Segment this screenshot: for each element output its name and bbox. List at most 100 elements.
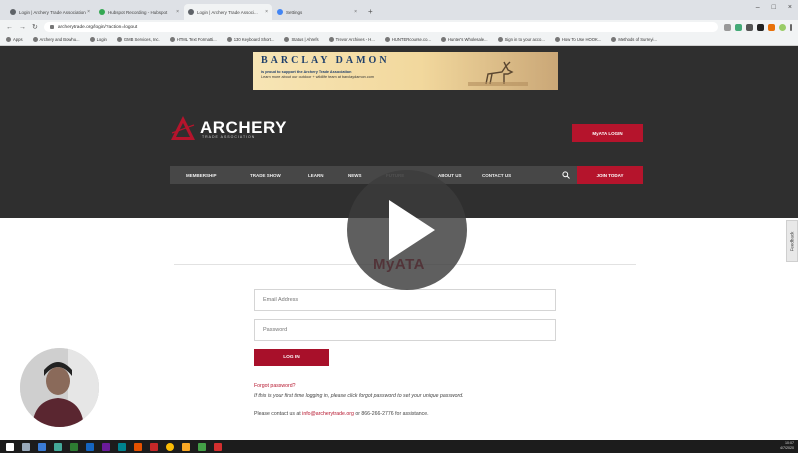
bookmark-item[interactable]: How To Use HOOK... xyxy=(554,37,601,42)
bookmark-item[interactable]: Sign in to your acco... xyxy=(497,37,545,42)
site-logo[interactable]: ARCHERY TRADE ASSOCIATION xyxy=(170,115,287,141)
tab-label: Settings xyxy=(286,9,303,15)
tab-label: Login | Archery Trade Association xyxy=(19,9,86,15)
browser-tab[interactable]: Login | Archery Trade Association × xyxy=(6,4,94,20)
app-icon[interactable] xyxy=(54,442,62,451)
webcam-bubble xyxy=(20,348,99,427)
system-clock[interactable]: 10:07 4/7/2020 xyxy=(780,441,794,451)
app-icon[interactable] xyxy=(198,442,206,451)
close-tab-icon[interactable]: × xyxy=(87,9,90,15)
bookmark-item[interactable]: 130 Keyboard Short... xyxy=(226,37,274,42)
bookmark-item[interactable]: Archery and Bowhu... xyxy=(32,37,80,42)
bookmark-item[interactable]: HUNTERcourse.co... xyxy=(384,37,431,42)
bookmark-item[interactable]: HTML Text Formatti... xyxy=(169,37,217,42)
close-tab-icon[interactable]: × xyxy=(354,9,357,15)
app-icon[interactable] xyxy=(182,442,190,451)
app-icon[interactable] xyxy=(134,442,142,451)
reload-icon[interactable]: ↻ xyxy=(32,23,38,31)
lock-icon xyxy=(49,25,54,29)
bookmark-label: Sign in to your acco... xyxy=(504,37,545,42)
minimize-icon[interactable]: – xyxy=(756,4,760,11)
bookmark-favicon-icon xyxy=(328,37,334,42)
tab-label: Hubspot Recording - Hubspot xyxy=(108,9,168,15)
contact-email-link[interactable]: info@archerytrade.org xyxy=(302,411,354,417)
bookmark-label: Methods of Surreyi... xyxy=(618,37,657,42)
deer-illustration-icon xyxy=(468,61,528,86)
bookmark-item[interactable]: Apps xyxy=(6,37,23,42)
browser-tab-active[interactable]: Login | Archery Trade Associ... × xyxy=(184,4,272,20)
bookmarks-bar: Apps Archery and Bowhu... Login GMB Service… xyxy=(0,34,798,46)
close-tab-icon[interactable]: × xyxy=(176,9,179,15)
tab-label: Login | Archery Trade Associ... xyxy=(197,9,258,15)
nav-news[interactable]: NEWS xyxy=(348,173,362,178)
tab-favicon-icon xyxy=(277,9,283,15)
edge-icon[interactable] xyxy=(38,442,46,451)
nav-membership[interactable]: MEMBERSHIP xyxy=(186,173,217,178)
extension-icon[interactable] xyxy=(768,23,775,31)
back-arrow-icon[interactable]: ← xyxy=(6,24,13,31)
extension-icon[interactable] xyxy=(757,23,764,31)
extension-icon[interactable] xyxy=(735,23,742,31)
bookmark-item[interactable]: GMB Services, Inc. xyxy=(116,37,160,42)
banner-brand: BARCLAY DAMON xyxy=(261,55,390,66)
bookmark-favicon-icon xyxy=(89,37,95,42)
email-field[interactable] xyxy=(254,289,556,311)
bookmark-favicon-icon xyxy=(116,37,122,42)
extension-icon[interactable] xyxy=(746,23,753,31)
tab-favicon-icon xyxy=(10,9,16,15)
bookmark-item[interactable]: Trevor Archives - H... xyxy=(328,37,375,42)
search-icon[interactable] xyxy=(562,171,570,179)
forgot-password-link[interactable]: Forgot password? xyxy=(254,383,296,389)
bookmark-favicon-icon xyxy=(497,37,503,42)
browser-tab[interactable]: Settings × xyxy=(273,4,361,20)
chrome-icon[interactable] xyxy=(166,442,174,451)
presenter-avatar xyxy=(20,348,99,427)
join-today-button[interactable]: JOIN TODAY xyxy=(577,166,643,184)
bookmark-label: HUNTERcourse.co... xyxy=(391,37,431,42)
nav-contact-us[interactable]: CONTACT US xyxy=(482,173,511,178)
browser-tab[interactable]: Hubspot Recording - Hubspot × xyxy=(95,4,183,20)
myata-login-button[interactable]: MyATA LOGIN xyxy=(572,124,643,142)
app-icon[interactable] xyxy=(86,442,94,451)
nav-about-us[interactable]: ABOUT US xyxy=(438,173,462,178)
nav-trade-show[interactable]: TRADE SHOW xyxy=(250,173,281,178)
new-tab-button[interactable]: + xyxy=(368,7,373,16)
password-field[interactable] xyxy=(254,319,556,341)
bookmark-item[interactable]: Login xyxy=(89,37,107,42)
window-controls: – □ × xyxy=(756,4,792,11)
tab-favicon-icon xyxy=(99,9,105,15)
tab-favicon-icon xyxy=(188,9,194,15)
contact-suffix: or 866-266-2776 for assistance. xyxy=(353,411,429,417)
bookmark-favicon-icon xyxy=(554,37,560,42)
app-icon[interactable] xyxy=(214,442,222,451)
close-window-icon[interactable]: × xyxy=(788,4,792,11)
bookmark-item[interactable]: Status | Ahrefs xyxy=(284,37,319,42)
sponsor-banner[interactable]: BARCLAY DAMON is proud to support the Ar… xyxy=(253,52,558,90)
app-icon[interactable] xyxy=(102,442,110,451)
video-play-button[interactable] xyxy=(347,170,467,290)
app-icon[interactable] xyxy=(118,442,126,451)
bookmark-label: Trevor Archives - H... xyxy=(335,37,375,42)
menu-dots-icon[interactable] xyxy=(790,23,792,31)
bookmark-label: Apps xyxy=(13,37,23,42)
extensions-area xyxy=(724,23,792,31)
app-icon[interactable] xyxy=(150,442,158,451)
bookmark-item[interactable]: Hunter's Wholesale... xyxy=(440,37,488,42)
task-view-icon[interactable] xyxy=(22,442,30,451)
bookmark-item[interactable]: Methods of Surreyi... xyxy=(611,37,657,42)
feedback-label: Feedback xyxy=(789,231,795,251)
star-icon[interactable] xyxy=(724,23,731,31)
app-icon[interactable] xyxy=(70,442,78,451)
bookmark-favicon-icon xyxy=(169,37,175,42)
windows-start-icon[interactable] xyxy=(6,442,14,451)
login-button[interactable]: LOG IN xyxy=(254,349,329,366)
first-time-note: If this is your first time logging in, p… xyxy=(254,393,464,399)
profile-avatar-icon[interactable] xyxy=(779,23,786,31)
maximize-icon[interactable]: □ xyxy=(772,4,776,11)
nav-learn[interactable]: LEARN xyxy=(308,173,324,178)
url-field[interactable]: archerytrade.org/login/?action=logout xyxy=(43,22,718,32)
feedback-tab[interactable]: Feedback xyxy=(786,220,798,262)
logo-triangle-icon xyxy=(171,116,195,140)
forward-arrow-icon[interactable]: → xyxy=(19,24,26,31)
close-tab-icon[interactable]: × xyxy=(265,9,268,15)
